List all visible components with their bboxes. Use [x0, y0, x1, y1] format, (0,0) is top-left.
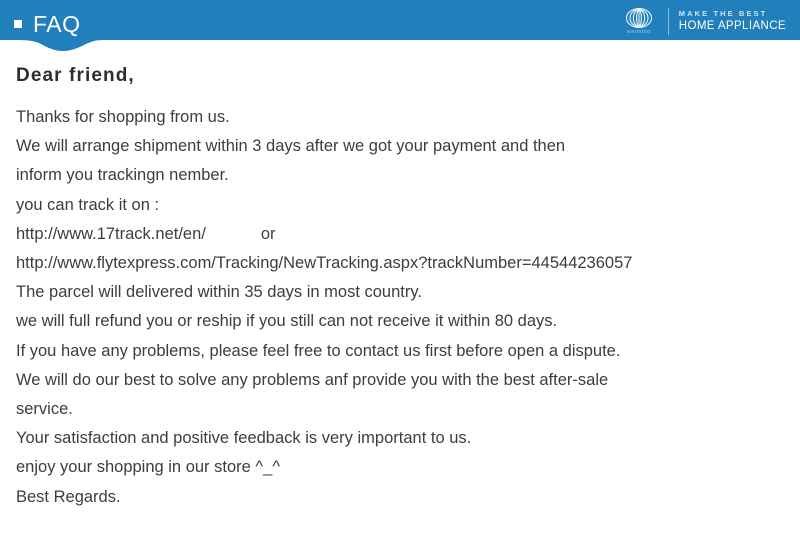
faq-header-banner: FAQ warmtoo MAKE THE BEST HOME APPLIANCE	[0, 0, 800, 56]
brand-tagline-bottom: HOME APPLIANCE	[678, 20, 786, 33]
faq-line: Thanks for shopping from us.	[16, 107, 230, 126]
faq-body: Dear friend, Thanks for shopping from us…	[16, 65, 790, 512]
faq-line: service.	[16, 399, 73, 418]
faq-line: Best Regards.	[16, 487, 121, 506]
brand-taglines: MAKE THE BEST HOME APPLIANCE	[679, 8, 786, 34]
page-title: FAQ	[33, 10, 81, 37]
brand-block: warmtoo MAKE THE BEST HOME APPLIANCE	[617, 4, 786, 38]
faq-line: http://www.flytexpress.com/Tracking/NewT…	[16, 253, 633, 272]
concentric-oval-logo-icon	[625, 7, 652, 29]
faq-line: We will arrange shipment within 3 days a…	[16, 137, 566, 156]
brand-wordmark: warmtoo	[627, 29, 651, 35]
header-title-group: FAQ	[14, 8, 81, 40]
faq-line: enjoy your shopping in our store ^_^	[16, 458, 281, 477]
greeting-text: Dear friend,	[16, 65, 135, 86]
faq-text-block: Thanks for shopping from us. We will arra…	[16, 103, 790, 512]
brand-divider	[667, 7, 669, 35]
faq-line: We will do our best to solve any problem…	[16, 370, 609, 389]
faq-line: inform you trackingn nember.	[16, 166, 229, 185]
faq-line: Your satisfaction and positive feedback …	[16, 429, 472, 448]
faq-line: we will full refund you or reship if you…	[16, 312, 558, 331]
square-bullet-icon	[14, 20, 22, 28]
brand-tagline-top: MAKE THE BEST	[678, 8, 768, 18]
faq-line: you can track it on :	[16, 195, 160, 214]
brand-logo: warmtoo	[617, 7, 661, 35]
faq-line: http://www.17track.net/en/ or	[16, 224, 276, 243]
faq-line: If you have any problems, please feel fr…	[16, 341, 621, 360]
faq-line: The parcel will delivered within 35 days…	[16, 283, 422, 302]
